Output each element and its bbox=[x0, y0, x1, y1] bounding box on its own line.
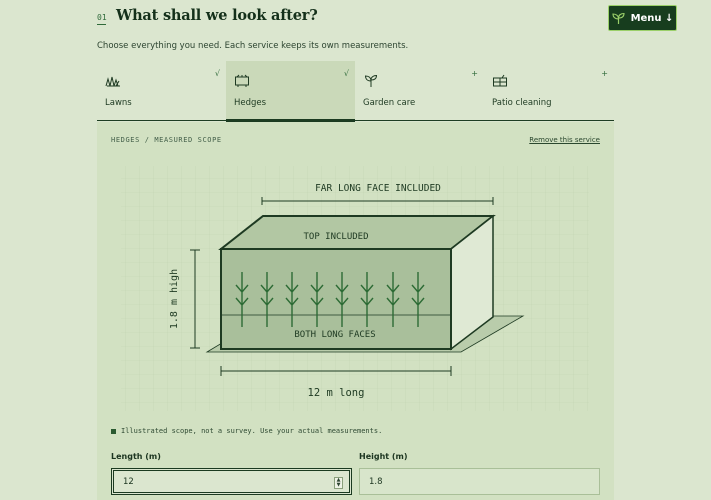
step-number: 01 bbox=[97, 13, 107, 22]
tab-garden-care-label: Garden care bbox=[363, 98, 416, 108]
page-title: What shall we look after? bbox=[116, 7, 318, 24]
sprout-icon bbox=[612, 12, 625, 25]
patio-icon bbox=[492, 73, 508, 92]
menu-label: Menu ↓ bbox=[630, 12, 674, 24]
length-input[interactable]: 12 ▲ ▼ bbox=[111, 468, 352, 495]
tab-lawns-label: Lawns bbox=[105, 98, 132, 108]
step-number-underline bbox=[97, 24, 106, 25]
menu-button[interactable]: Menu ↓ bbox=[608, 5, 677, 31]
length-field-label: Length (m) bbox=[111, 452, 161, 461]
both-faces-label: BOTH LONG FACES bbox=[294, 330, 375, 340]
tab-hedges[interactable]: Hedges √ bbox=[226, 61, 355, 122]
height-label: 1.8 m high bbox=[169, 269, 180, 329]
tab-garden-care-add-icon: + bbox=[471, 69, 478, 78]
scope-note: Illustrated scope, not a survey. Use you… bbox=[111, 427, 382, 435]
grass-icon bbox=[105, 73, 121, 92]
tab-garden-care[interactable]: Garden care + bbox=[355, 61, 484, 121]
scope-note-text: Illustrated scope, not a survey. Use you… bbox=[121, 427, 383, 435]
service-tabs: Lawns √ Hedges √ Garden care + Patio cle… bbox=[97, 61, 614, 122]
hedge-icon bbox=[234, 73, 250, 92]
page-subtitle: Choose everything you need. Each service… bbox=[97, 41, 409, 51]
top-included-label: TOP INCLUDED bbox=[303, 232, 368, 242]
tab-patio-cleaning-label: Patio cleaning bbox=[492, 98, 552, 108]
height-input-value: 1.8 bbox=[369, 476, 383, 487]
hedge-scope-diagram: FAR LONG FACE INCLUDED TOP INCLUDED BOTH… bbox=[121, 166, 589, 411]
height-field-label: Height (m) bbox=[359, 452, 408, 461]
tab-hedges-label: Hedges bbox=[234, 98, 267, 108]
tab-patio-cleaning[interactable]: Patio cleaning + bbox=[484, 61, 614, 121]
far-face-label: FAR LONG FACE INCLUDED bbox=[315, 183, 441, 194]
tab-lawns-check-icon: √ bbox=[214, 69, 220, 78]
tab-hedges-check-icon: √ bbox=[343, 69, 349, 78]
tab-patio-cleaning-add-icon: + bbox=[601, 69, 608, 78]
length-label: 12 m long bbox=[308, 387, 365, 399]
tabs-divider bbox=[97, 120, 614, 121]
length-input-value: 12 bbox=[123, 476, 134, 487]
tab-lawns[interactable]: Lawns √ bbox=[97, 61, 226, 121]
sprout-icon bbox=[363, 73, 379, 92]
length-stepper[interactable]: ▲ ▼ bbox=[334, 477, 343, 489]
note-bullet-icon bbox=[111, 428, 116, 434]
height-input[interactable]: 1.8 bbox=[359, 468, 600, 495]
hedges-panel: HEDGES / MEASURED SCOPE Remove this serv… bbox=[97, 122, 614, 500]
